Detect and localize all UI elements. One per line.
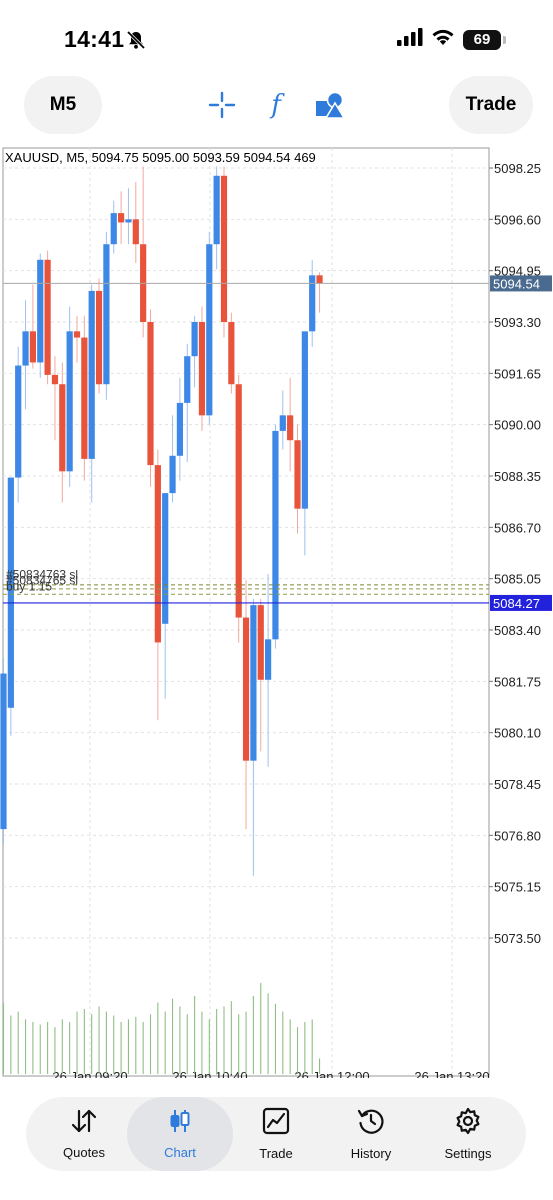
y-tick-label: 5073.50: [494, 931, 541, 946]
y-tick-label: 5098.25: [494, 161, 541, 176]
y-tick-label: 5083.40: [494, 623, 541, 638]
candle-body: [250, 605, 257, 761]
candle-body: [51, 374, 59, 385]
x-tick-label: 26 Jan 10:40: [172, 1069, 247, 1078]
candle-body: [184, 356, 191, 403]
candle-body: [0, 673, 7, 830]
candle-body: [147, 322, 154, 466]
candle-body: [110, 213, 117, 245]
nav-trade[interactable]: Trade: [228, 1097, 324, 1171]
candle-body: [103, 244, 110, 385]
candle-body: [118, 213, 125, 223]
crosshair-icon[interactable]: [207, 90, 237, 120]
candle-body: [125, 219, 132, 223]
candle-body: [235, 384, 242, 618]
status-time: 14:41: [64, 26, 125, 52]
settings-gear-icon: [454, 1107, 482, 1140]
candle-body: [88, 290, 95, 459]
objects-icon[interactable]: [315, 90, 345, 120]
candle-body: [81, 337, 88, 459]
candle-body: [15, 365, 22, 478]
nav-chart[interactable]: Chart: [127, 1097, 233, 1171]
y-tick-label: 5091.65: [494, 366, 541, 381]
candle-body: [287, 415, 294, 441]
trade-icon: [262, 1107, 290, 1140]
nav-settings[interactable]: Settings: [420, 1097, 516, 1171]
timeframe-button[interactable]: M5: [24, 76, 102, 134]
candle-body: [316, 275, 323, 284]
nav-label: Quotes: [63, 1145, 105, 1160]
battery-icon: 69: [463, 29, 506, 50]
y-tick-label: 5088.35: [494, 469, 541, 484]
candle-body: [257, 605, 264, 680]
chart-candles-icon: [167, 1108, 193, 1139]
nav-label: History: [350, 1146, 392, 1161]
bottom-navigation: Quotes Chart Trade History Settings: [26, 1097, 526, 1171]
candle-body: [29, 331, 36, 363]
candle-body: [59, 384, 66, 472]
candle-body: [162, 493, 169, 624]
candle-body: [95, 290, 103, 385]
candle-body: [176, 402, 183, 456]
candle-body: [73, 331, 81, 338]
trade-button[interactable]: Trade: [449, 76, 533, 134]
status-indicators: 69: [397, 28, 506, 51]
nav-label: Chart: [164, 1145, 196, 1160]
candle-body: [220, 175, 228, 322]
candle-body: [279, 415, 286, 431]
y-tick-label: 5075.15: [494, 880, 541, 895]
x-tick-label: 26 Jan 12:00: [294, 1069, 369, 1078]
y-tick-label: 5081.75: [494, 674, 541, 689]
candle-body: [213, 175, 220, 245]
candle-body: [206, 244, 213, 416]
symbol-info: XAUUSD, M5, 5094.75 5095.00 5093.59 5094…: [5, 150, 316, 165]
nav-label: Trade: [259, 1146, 293, 1161]
order-label: buy 1.15: [6, 580, 52, 594]
candle-body: [154, 465, 161, 643]
y-tick-label: 5078.45: [494, 777, 541, 792]
candle-body: [44, 259, 51, 375]
y-tick-label: 5086.70: [494, 520, 541, 535]
x-tick-label: 26 Jan 09:20: [52, 1069, 127, 1078]
candle-body: [198, 322, 206, 416]
candle-body: [294, 440, 301, 509]
price-chart[interactable]: 5098.25 5096.60 5094.95 5093.30 5091.65 5090.…: [0, 146, 553, 1078]
silent-bell-icon: [126, 30, 146, 55]
candle-body: [301, 331, 308, 509]
x-tick-label: 26 Jan 13:20: [414, 1069, 489, 1078]
candle-body: [272, 430, 279, 640]
quotes-icon: [70, 1108, 98, 1139]
candle-body: [132, 219, 139, 245]
candle-body: [191, 322, 198, 357]
candle-body: [265, 639, 272, 680]
candle-body: [169, 455, 176, 494]
order-price-label: 5084.27: [493, 596, 540, 611]
y-tick-label: 5076.80: [494, 828, 541, 843]
nav-history[interactable]: History: [323, 1097, 419, 1171]
candle-body: [66, 331, 73, 472]
nav-label: Settings: [444, 1146, 492, 1161]
bid-price-label: 5094.54: [493, 276, 540, 291]
y-tick-label: 5093.30: [494, 315, 541, 330]
y-tick-label: 5080.10: [494, 726, 541, 741]
candle-body: [22, 331, 29, 366]
history-icon: [357, 1107, 385, 1140]
signal-icon: [397, 28, 423, 51]
candle-body: [37, 259, 44, 363]
candle-body: [242, 617, 250, 761]
candle-body: [228, 322, 235, 385]
indicators-icon[interactable]: f: [261, 90, 291, 120]
y-tick-label: 5096.60: [494, 212, 541, 227]
y-tick-label: 5085.05: [494, 572, 541, 587]
y-tick-label: 5090.00: [494, 418, 541, 433]
wifi-icon: [431, 28, 455, 51]
nav-quotes[interactable]: Quotes: [36, 1097, 132, 1171]
chart-canvas[interactable]: 5098.255096.605094.955093.305091.655090.…: [0, 146, 553, 1078]
